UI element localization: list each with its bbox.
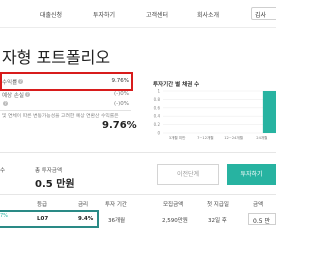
section-divider [0,152,276,153]
chart-x-tick-label: 12~24개월 [224,135,243,140]
top-navigation: 대출신청 투자하기 고객센터 회사소개 김사 [0,0,276,28]
summary-note: 및 연체이 따른 변동가능성을 고려한 예상 연환산 수익률은 [2,114,119,119]
summary-divider [0,110,131,111]
nav-item-company-intro[interactable]: 회사소개 [197,10,219,19]
chart-y-tick-label: 0 [157,131,160,136]
chart-x-tick-label: 7~12개월 [197,135,213,140]
page-title: 자형 포트폴리오 [2,48,111,67]
cell-rate: 9.4% [78,216,94,222]
chart-y-tick-label: 0.2 [154,122,161,127]
row-tag: 7% [0,213,8,219]
chart-y-tick-label: 1 [157,89,160,94]
summary-row-expected-loss: 예상 손실? (-)0% [0,90,131,100]
page-root: 대출신청 투자하기 고객센터 회사소개 김사 자형 포트폴리오 수익률? 9.7… [0,0,276,260]
nav-item-invest[interactable]: 투자하기 [93,10,115,19]
previous-step-button[interactable]: 이전단계 [157,164,219,185]
chart-y-tick-label: 0.6 [154,105,161,110]
period-bar-chart: 1 0.8 0.6 0.4 0.2 0 3개월 미만 7~12개월 12~24개월 24개월 [150,86,276,146]
invest-button[interactable]: 투자하기 [227,164,276,185]
chart-bar [262,91,276,133]
summary-row-other: ? (-)0% [0,100,131,110]
chart-y-tick-label: 0.4 [154,114,161,119]
total-investment-label: 총 투자금액 [35,168,63,174]
cell-period: 36개월 [108,218,126,224]
expected-annual-rate: 9.76% [102,120,137,131]
chart-y-tick-label: 0.8 [154,97,161,102]
cell-amount: 2,590만원 [162,218,188,224]
summary-value: (-)0% [113,91,129,97]
nav-item-loan-apply[interactable]: 대출신청 [40,10,62,19]
table-header-period: 투자 기간 [105,202,127,208]
summary-label: ? [2,101,8,108]
table-row[interactable]: 7% L07 9.4% 36개월 2,590만원 32일 후 0.5 만 [0,210,276,228]
help-icon[interactable]: ? [25,92,30,97]
section-divider [0,194,276,195]
user-menu-button[interactable]: 김사 [251,7,276,20]
summary-value: (-)0% [113,101,129,107]
cell-grade: L07 [37,216,49,222]
chart-x-tick-label: 3개월 미만 [169,135,186,140]
cell-first-payment: 32일 후 [208,218,227,224]
highlight-frame [0,72,133,91]
table-header-first-payment: 첫 지급일 [207,202,229,208]
table-header-invest-amount: 금액 [253,202,264,208]
bond-count-label: 수 [0,168,6,174]
summary-label: 예상 손실? [2,92,30,99]
total-investment-value: 0.5 만원 [35,179,75,190]
chart-x-tick-label: 24개월 [256,135,267,140]
chart-svg: 1 0.8 0.6 0.4 0.2 0 3개월 미만 7~12개월 12~24개월 24개월 [154,89,276,140]
table-header-rate: 금리 [78,202,89,208]
invest-amount-input[interactable]: 0.5 만 [248,213,276,225]
nav-item-customer-center[interactable]: 고객센터 [146,10,168,19]
help-icon[interactable]: ? [3,101,8,106]
table-header-grade: 등급 [37,202,48,208]
table-header-amount: 모집금액 [163,202,184,208]
